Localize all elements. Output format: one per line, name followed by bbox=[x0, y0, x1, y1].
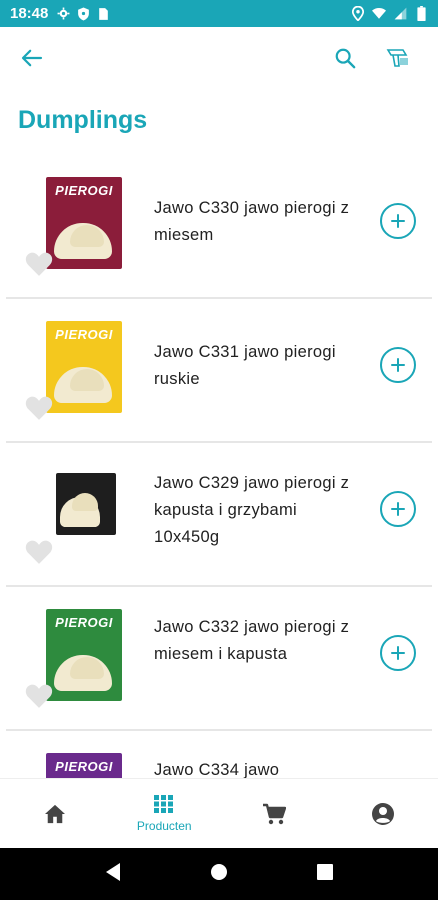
barcode-scanner-icon bbox=[386, 49, 408, 67]
signal-icon bbox=[393, 7, 407, 21]
product-list-item[interactable]: PIEROGI Jawo C332 jawo pierogi z miesem … bbox=[6, 587, 432, 731]
system-recents-button[interactable] bbox=[316, 863, 334, 886]
plus-icon bbox=[391, 646, 405, 660]
add-to-cart-button[interactable] bbox=[380, 347, 416, 383]
product-image-brand: PIEROGI bbox=[55, 327, 113, 342]
nav-producten[interactable]: Producten bbox=[110, 779, 220, 848]
product-list-item[interactable]: PIEROGI Jawo C330 jawo pierogi z miesem bbox=[6, 155, 432, 299]
wifi-icon bbox=[372, 7, 386, 21]
shield-icon bbox=[76, 7, 90, 21]
favorite-button[interactable] bbox=[24, 251, 54, 277]
product-title[interactable]: Jawo C334 jawo bbox=[154, 757, 354, 778]
heart-icon bbox=[25, 252, 53, 276]
plus-icon bbox=[391, 214, 405, 228]
bottom-navigation: Producten bbox=[0, 778, 438, 848]
product-image-brand: PIEROGI bbox=[55, 759, 113, 774]
product-image-brand: PIEROGI bbox=[55, 183, 113, 198]
product-image-brand: PIEROGI bbox=[55, 615, 113, 630]
battery-icon bbox=[414, 6, 428, 21]
favorite-button[interactable] bbox=[24, 683, 54, 709]
home-icon bbox=[44, 804, 65, 823]
product-image: PIEROGI bbox=[46, 321, 122, 413]
product-image: PIEROGI bbox=[46, 177, 122, 269]
add-to-cart-button[interactable] bbox=[380, 635, 416, 671]
product-list-item[interactable]: PIEROGI Jawo C334 jawo bbox=[6, 731, 432, 778]
status-time: 18:48 bbox=[10, 5, 49, 22]
heart-icon bbox=[25, 540, 53, 564]
product-list-item[interactable]: PIEROGI Jawo C331 jawo pierogi ruskie bbox=[6, 299, 432, 443]
heart-icon bbox=[25, 396, 53, 420]
nav-cart[interactable] bbox=[219, 779, 329, 848]
scanner-button[interactable] bbox=[384, 45, 410, 71]
app-bar bbox=[0, 27, 438, 89]
product-image bbox=[56, 473, 116, 535]
product-title[interactable]: Jawo C330 jawo pierogi z miesem bbox=[154, 195, 354, 249]
search-icon bbox=[335, 48, 356, 69]
arrow-left-icon bbox=[21, 49, 43, 67]
product-image: PIEROGI bbox=[46, 609, 122, 701]
cart-icon bbox=[262, 803, 286, 824]
sim-card-icon bbox=[96, 7, 110, 21]
status-bar: 18:48 bbox=[0, 0, 438, 27]
product-list[interactable]: PIEROGI Jawo C330 jawo pierogi z miesem … bbox=[0, 155, 438, 778]
plus-icon bbox=[391, 358, 405, 372]
nav-account[interactable] bbox=[329, 779, 438, 848]
back-button[interactable] bbox=[16, 42, 48, 74]
heart-icon bbox=[25, 684, 53, 708]
location-pin-icon bbox=[351, 6, 365, 21]
add-to-cart-button[interactable] bbox=[380, 203, 416, 239]
product-image: PIEROGI bbox=[46, 753, 122, 778]
system-navigation-bar bbox=[0, 848, 438, 900]
nav-label-producten: Producten bbox=[136, 818, 192, 833]
circle-home-icon bbox=[210, 863, 227, 880]
product-list-item[interactable]: Jawo C329 jawo pierogi z kapusta i grzyb… bbox=[6, 443, 432, 587]
favorite-button[interactable] bbox=[24, 539, 54, 565]
product-title[interactable]: Jawo C332 jawo pierogi z miesem i kapust… bbox=[154, 614, 354, 668]
grid-icon bbox=[154, 794, 174, 813]
account-icon bbox=[372, 802, 395, 825]
triangle-back-icon bbox=[105, 862, 120, 881]
system-back-button[interactable] bbox=[104, 862, 122, 887]
product-title[interactable]: Jawo C331 jawo pierogi ruskie bbox=[154, 339, 354, 393]
nav-home[interactable] bbox=[0, 779, 110, 848]
square-recents-icon bbox=[317, 863, 334, 880]
product-title[interactable]: Jawo C329 jawo pierogi z kapusta i grzyb… bbox=[154, 470, 354, 551]
system-home-button[interactable] bbox=[209, 862, 229, 887]
gear-icon bbox=[56, 7, 70, 21]
search-button[interactable] bbox=[332, 45, 358, 71]
plus-icon bbox=[391, 502, 405, 516]
page-title: Dumplings bbox=[18, 106, 148, 134]
favorite-button[interactable] bbox=[24, 395, 54, 421]
add-to-cart-button[interactable] bbox=[380, 491, 416, 527]
